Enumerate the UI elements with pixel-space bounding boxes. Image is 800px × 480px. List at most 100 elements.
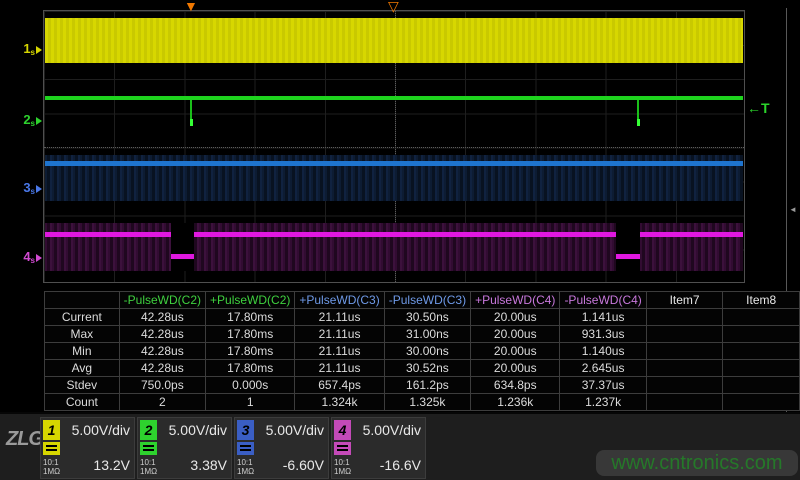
measure-row-label: Stdev: [45, 377, 120, 394]
measure-cell: 634.8ps: [471, 377, 560, 394]
ch2-settings-block[interactable]: 2 10:11MΩ 5.00V/div 3.38V: [137, 417, 232, 479]
measure-cell: 750.0ps: [119, 377, 205, 394]
measure-row-label: Min: [45, 343, 120, 360]
measure-cell: 30.50ns: [384, 309, 470, 326]
measure-cell: [646, 360, 723, 377]
measure-cell: 1.236k: [471, 394, 560, 411]
measure-cell: [646, 326, 723, 343]
measure-cell: 31.00ns: [384, 326, 470, 343]
ch3-number-badge: 3: [237, 420, 254, 440]
ch2-ground-marker[interactable]: 2s: [12, 113, 42, 131]
measure-cell: 2.645us: [560, 360, 646, 377]
ch4-probe-info: 10:11MΩ: [334, 458, 351, 476]
measure-column-header: +PulseWD(C4): [471, 292, 560, 309]
measure-column-header: Item7: [646, 292, 723, 309]
measure-cell: 17.80ms: [206, 309, 295, 326]
ch3-dc-coupling-icon: [237, 442, 254, 455]
measure-cell: 0.000s: [206, 377, 295, 394]
measure-row-label: Current: [45, 309, 120, 326]
measure-cell: 21.11us: [295, 326, 384, 343]
measure-cell: 30.00ns: [384, 343, 470, 360]
measure-cell: [646, 309, 723, 326]
measure-table-corner: [45, 292, 120, 309]
measure-cell: 20.00us: [471, 360, 560, 377]
ch1-scale: 5.00V/div: [72, 422, 130, 438]
measure-row-label: Count: [45, 394, 120, 411]
measure-cell: 42.28us: [119, 326, 205, 343]
ch1-marker-arrow-icon: [36, 46, 42, 54]
ch4-waveform-line[interactable]: [194, 232, 616, 237]
measure-cell: 2: [119, 394, 205, 411]
ch1-ground-marker[interactable]: 1s: [12, 42, 42, 60]
measure-cell: [723, 360, 800, 377]
measure-cell: 21.11us: [295, 309, 384, 326]
measure-row-label: Avg: [45, 360, 120, 377]
ch2-dc-coupling-icon: [140, 442, 157, 455]
measure-cell: 17.80ms: [206, 360, 295, 377]
trigger-position-icon[interactable]: ▼: [184, 0, 198, 13]
watermark: www.cntronics.com: [596, 450, 798, 476]
ch1-offset: 13.2V: [93, 457, 130, 473]
measure-row: Stdev750.0ps0.000s657.4ps161.2ps634.8ps3…: [45, 377, 800, 394]
ch1-number-badge: 1: [43, 420, 60, 440]
ch4-low-pulse: [616, 254, 640, 259]
ch3-ground-marker[interactable]: 3s: [12, 181, 42, 199]
measure-table: -PulseWD(C2)+PulseWD(C2)+PulseWD(C3)-Pul…: [44, 291, 800, 411]
measure-cell: 1: [206, 394, 295, 411]
measure-cell: 21.11us: [295, 343, 384, 360]
measure-cell: [723, 309, 800, 326]
ch1-coupling-glyph: s: [31, 48, 35, 57]
measure-cell: 30.52ns: [384, 360, 470, 377]
measure-column-header: Item8: [723, 292, 800, 309]
measure-cell: [723, 326, 800, 343]
measure-cell: 1.140us: [560, 343, 646, 360]
grid-center-horizontal: [44, 147, 744, 148]
measure-cell: [723, 394, 800, 411]
ch1-settings-block[interactable]: 1 10:11MΩ 5.00V/div 13.2V: [40, 417, 135, 479]
ch3-settings-block[interactable]: 3 10:11MΩ 5.00V/div -6.60V: [234, 417, 329, 479]
ch4-pulse-gap: [616, 223, 640, 271]
ch4-waveform-line[interactable]: [45, 232, 171, 237]
ch1-probe-info: 10:11MΩ: [43, 458, 60, 476]
ch4-ground-marker[interactable]: 4s: [12, 250, 42, 268]
measure-cell: [723, 343, 800, 360]
ch1-dc-coupling-icon: [43, 442, 60, 455]
ch4-settings-block[interactable]: 4 10:11MΩ 5.00V/div -16.6V: [331, 417, 426, 479]
measure-cell: 42.28us: [119, 360, 205, 377]
ch2-coupling-glyph: s: [31, 119, 35, 128]
ch2-offset: 3.38V: [190, 457, 227, 473]
ch4-dc-coupling-icon: [334, 442, 351, 455]
trigger-level-marker[interactable]: ←T: [747, 100, 770, 116]
measure-cell: 1.325k: [384, 394, 470, 411]
measure-cell: 1.237k: [560, 394, 646, 411]
ch2-glitch-blob: [637, 119, 640, 126]
measure-column-header: -PulseWD(C2): [119, 292, 205, 309]
ch4-offset: -16.6V: [380, 457, 421, 473]
ch4-low-pulse: [171, 254, 194, 259]
measure-column-header: -PulseWD(C3): [384, 292, 470, 309]
ch2-marker-label: 2: [23, 112, 30, 127]
ch4-waveform-line[interactable]: [640, 232, 743, 237]
ch3-waveform-line[interactable]: [45, 161, 743, 166]
ch2-glitch-blob: [190, 119, 193, 126]
measure-row: Count211.324k1.325k1.236k1.237k: [45, 394, 800, 411]
ch2-marker-arrow-icon: [36, 117, 42, 125]
menu-expand-arrow-icon[interactable]: ◄: [789, 205, 797, 214]
ch2-probe-info: 10:11MΩ: [140, 458, 157, 476]
ch3-marker-arrow-icon: [36, 185, 42, 193]
oscilloscope-screen: ▼ ▽ 1s 2s 3s 4s ←T ◄ -PulseWD(C2)+PulseW…: [0, 0, 800, 480]
measure-cell: 1.141us: [560, 309, 646, 326]
waveform-grid[interactable]: [43, 10, 745, 283]
ch1-waveform-band[interactable]: [45, 18, 743, 63]
measure-cell: [723, 377, 800, 394]
ch4-pulse-gap: [171, 223, 194, 271]
measure-cell: [646, 377, 723, 394]
measure-cell: [646, 343, 723, 360]
ch3-marker-label: 3: [23, 180, 30, 195]
trigger-time-zero-icon[interactable]: ▽: [388, 0, 399, 13]
measure-row-label: Max: [45, 326, 120, 343]
ch4-coupling-glyph: s: [31, 256, 35, 265]
measure-row: Current42.28us17.80ms21.11us30.50ns20.00…: [45, 309, 800, 326]
measure-row: Min42.28us17.80ms21.11us30.00ns20.00us1.…: [45, 343, 800, 360]
measure-column-header: +PulseWD(C3): [295, 292, 384, 309]
